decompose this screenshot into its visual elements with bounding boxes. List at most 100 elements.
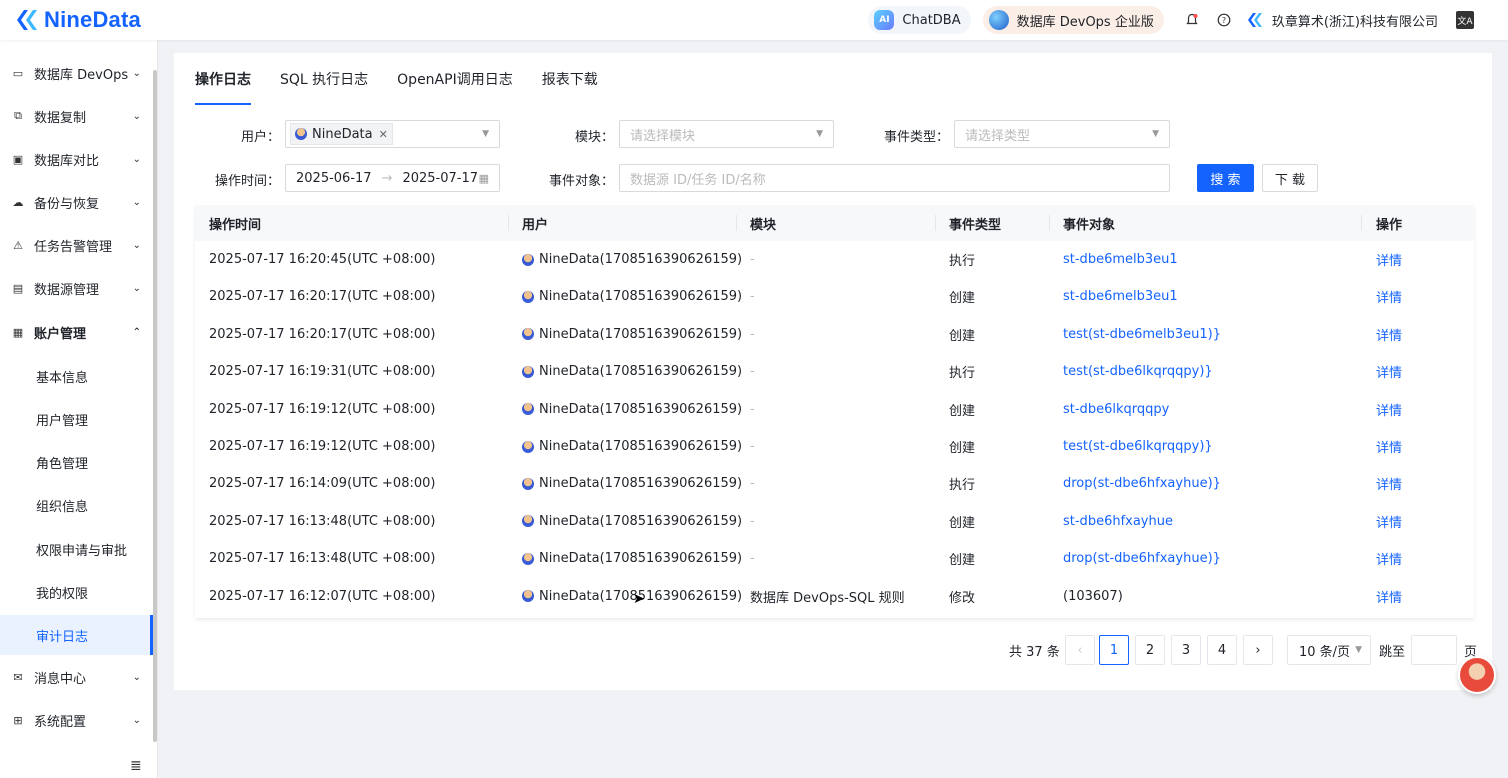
tab-openapi-log[interactable]: OpenAPI调用日志: [397, 53, 513, 105]
close-icon[interactable]: ✕: [379, 128, 388, 141]
event-type-select[interactable]: 请选择类型 ▼: [954, 120, 1170, 148]
module-select[interactable]: 请选择模块 ▼: [619, 120, 834, 148]
page-2-button[interactable]: 2: [1135, 635, 1165, 665]
sidebar-subitem-role-mgmt[interactable]: 角色管理: [0, 442, 153, 482]
cell-event-target[interactable]: drop(st-dbe6hfxayhue)}: [1063, 465, 1221, 502]
cell-event-target[interactable]: test(st-dbe6lkqrqqpy)}: [1063, 353, 1213, 390]
chevron-up-icon: ⌃: [132, 326, 141, 338]
cell-event-target-text: test(st-dbe6melb3eu1)}: [1063, 326, 1222, 342]
jump-label: 跳至: [1379, 644, 1406, 660]
sidebar-subitem-audit-log[interactable]: 审计日志: [0, 615, 153, 655]
cell-detail-link[interactable]: 详情: [1376, 578, 1402, 615]
download-button[interactable]: 下 载: [1262, 164, 1318, 192]
cell-user: NineData(1708516390626159): [522, 540, 742, 577]
cell-time: 2025-07-17 16:19:12(UTC +08:00): [209, 428, 435, 465]
customer-service-avatar[interactable]: [1458, 656, 1496, 694]
collapse-sidebar-icon[interactable]: ≣: [130, 758, 142, 774]
cell-event-type: 创建: [949, 391, 975, 428]
avatar: [522, 290, 534, 303]
sidebar-item-label: 数据源管理: [34, 282, 100, 298]
cell-user: NineData(1708516390626159): [522, 391, 742, 428]
table-row: 2025-07-17 16:14:09(UTC +08:00) NineData(…: [195, 465, 1474, 502]
target-input[interactable]: 数据源 ID/任务 ID/名称: [619, 164, 1170, 192]
next-page-button[interactable]: ›: [1243, 635, 1273, 665]
cell-detail-link[interactable]: 详情: [1376, 353, 1402, 390]
help-icon[interactable]: ?: [1216, 12, 1232, 28]
user-select[interactable]: NineData ✕ ▼: [285, 120, 500, 148]
cell-detail-link[interactable]: 详情: [1376, 391, 1402, 428]
page-1-button[interactable]: 1: [1099, 635, 1129, 665]
sidebar-subitem-user-mgmt[interactable]: 用户管理: [0, 399, 153, 439]
tab-operation-log[interactable]: 操作日志: [195, 53, 251, 105]
cell-user-text: NineData(1708516390626159): [539, 476, 743, 492]
cell-detail-link-text: 详情: [1376, 366, 1403, 382]
cell-user: NineData(1708516390626159): [522, 316, 742, 353]
jump-page-input[interactable]: [1411, 635, 1457, 665]
cell-event-target[interactable]: st-dbe6lkqrqqpy: [1063, 391, 1169, 428]
cell-user-text: NineData(1708516390626159): [539, 289, 743, 305]
sidebar-item-alarm[interactable]: ⚠ 任务告警管理 ⌄: [0, 225, 153, 265]
cell-detail-link[interactable]: 详情: [1376, 316, 1402, 353]
cell-event-target-text: test(st-dbe6lkqrqqpy)}: [1063, 364, 1213, 380]
sidebar-subitem-basic-info[interactable]: 基本信息: [0, 356, 153, 396]
brand-logo[interactable]: NineData: [14, 0, 141, 40]
grid-icon: ⊞: [13, 713, 23, 727]
cell-user: NineData(1708516390626159): [522, 503, 742, 540]
sidebar-item-system-config[interactable]: ⊞ 系统配置 ⌄: [0, 700, 153, 740]
cell-detail-link[interactable]: 详情: [1376, 465, 1402, 502]
chevron-down-icon: ⌄: [132, 153, 141, 165]
cell-event-type-text: 执行: [949, 254, 976, 269]
cell-module-text: 数据库 DevOps-SQL 规则: [750, 590, 905, 606]
cell-event-target[interactable]: drop(st-dbe6hfxayhue)}: [1063, 540, 1221, 577]
cell-user-text: NineData(1708516390626159): [539, 551, 743, 567]
table-row: 2025-07-17 16:19:12(UTC +08:00) NineData(…: [195, 391, 1474, 428]
sidebar-item-backup[interactable]: ☁ 备份与恢复 ⌄: [0, 182, 153, 222]
cell-event-target[interactable]: st-dbe6melb3eu1: [1063, 241, 1178, 278]
cell-detail-link-text: 详情: [1376, 291, 1403, 307]
sidebar-scrollbar[interactable]: [153, 70, 157, 742]
sidebar-item-messages[interactable]: ✉ 消息中心 ⌄: [0, 657, 153, 697]
sidebar-item-compare[interactable]: ▣ 数据库对比 ⌄: [0, 139, 153, 179]
cell-detail-link[interactable]: 详情: [1376, 428, 1402, 465]
page-3-button[interactable]: 3: [1171, 635, 1201, 665]
bell-icon[interactable]: [1184, 12, 1200, 28]
chatdba-button[interactable]: AI ChatDBA: [868, 6, 971, 34]
sidebar-item-datasource[interactable]: ▤ 数据源管理 ⌄: [0, 268, 153, 308]
edition-button[interactable]: 数据库 DevOps 企业版: [982, 6, 1164, 34]
cell-time: 2025-07-17 16:13:48(UTC +08:00): [209, 540, 435, 577]
user-tag: NineData ✕: [290, 123, 393, 145]
cell-event-target[interactable]: st-dbe6melb3eu1: [1063, 278, 1178, 315]
compare-icon: ▣: [12, 152, 24, 166]
page-size-select[interactable]: 10 条/页 ▼: [1287, 635, 1371, 665]
tab-report-download[interactable]: 报表下载: [542, 53, 598, 105]
table-row: 2025-07-17 16:12:07(UTC +08:00) NineData(…: [195, 578, 1474, 615]
cell-detail-link[interactable]: 详情: [1376, 540, 1402, 577]
org-switcher[interactable]: 玖章算术(浙江)科技有限公司: [1246, 11, 1438, 30]
cell-event-target[interactable]: test(st-dbe6melb3eu1)}: [1063, 316, 1221, 353]
cell-detail-link[interactable]: 详情: [1376, 278, 1402, 315]
column-header-event-type: 事件类型: [949, 205, 1050, 241]
cell-module-text: -: [750, 439, 755, 454]
date-range-picker[interactable]: 2025-06-17 → 2025-07-17 ▦: [285, 164, 500, 192]
sidebar-subitem-my-permissions[interactable]: 我的权限: [0, 572, 153, 612]
cell-user: NineData(1708516390626159): [522, 278, 742, 315]
cell-event-type: 创建: [949, 278, 975, 315]
sidebar-item-devops[interactable]: ▭ 数据库 DevOps ⌄: [0, 53, 153, 93]
language-icon[interactable]: 文A: [1456, 11, 1474, 29]
sidebar-subitem-permission-approval[interactable]: 权限申请与审批: [0, 529, 153, 569]
sidebar-item-account[interactable]: ▦ 账户管理 ⌃: [0, 312, 153, 352]
cell-event-type: 执行: [949, 241, 975, 278]
cell-event-target[interactable]: test(st-dbe6lkqrqqpy)}: [1063, 428, 1213, 465]
sidebar-item-replication[interactable]: ⧉ 数据复制 ⌄: [0, 96, 153, 136]
page-4-button[interactable]: 4: [1207, 635, 1237, 665]
sidebar-subitem-org-info[interactable]: 组织信息: [0, 485, 153, 525]
cell-detail-link[interactable]: 详情: [1376, 503, 1402, 540]
search-button[interactable]: 搜 索: [1197, 164, 1254, 192]
chevron-down-icon: ▼: [482, 129, 489, 139]
chevron-down-icon: ⌄: [132, 671, 141, 683]
mail-icon: ✉: [13, 670, 23, 684]
prev-page-button[interactable]: ‹: [1065, 635, 1095, 665]
cell-event-target[interactable]: st-dbe6hfxayhue: [1063, 503, 1173, 540]
tab-sql-log[interactable]: SQL 执行日志: [280, 53, 368, 105]
cell-detail-link[interactable]: 详情: [1376, 241, 1402, 278]
